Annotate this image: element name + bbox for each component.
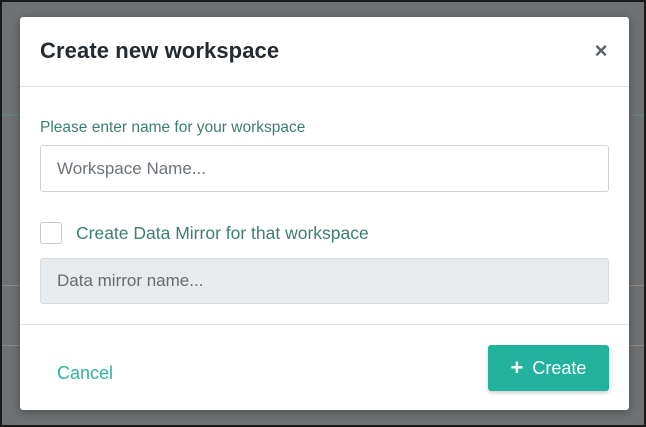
data-mirror-option: Create Data Mirror for that workspace — [40, 221, 369, 245]
cancel-button[interactable]: Cancel — [57, 363, 113, 384]
create-workspace-dialog: Create new workspace × Please enter name… — [20, 17, 629, 410]
data-mirror-checkbox[interactable] — [40, 222, 62, 244]
dialog-footer: Cancel + Create — [20, 324, 629, 410]
close-icon: × — [594, 38, 608, 63]
create-button-label: Create — [532, 357, 587, 378]
data-mirror-name-input[interactable] — [40, 258, 609, 304]
plus-icon: + — [510, 355, 524, 380]
app-window: Create new workspace × Please enter name… — [0, 0, 646, 427]
dialog-title: Create new workspace — [40, 38, 280, 63]
close-button[interactable]: × — [591, 39, 611, 63]
data-mirror-checkbox-label[interactable]: Create Data Mirror for that workspace — [76, 223, 369, 244]
workspace-name-input[interactable] — [40, 145, 609, 192]
create-button[interactable]: + Create — [488, 345, 609, 391]
dialog-header: Create new workspace × — [20, 17, 629, 87]
workspace-name-label: Please enter name for your workspace — [40, 119, 306, 136]
